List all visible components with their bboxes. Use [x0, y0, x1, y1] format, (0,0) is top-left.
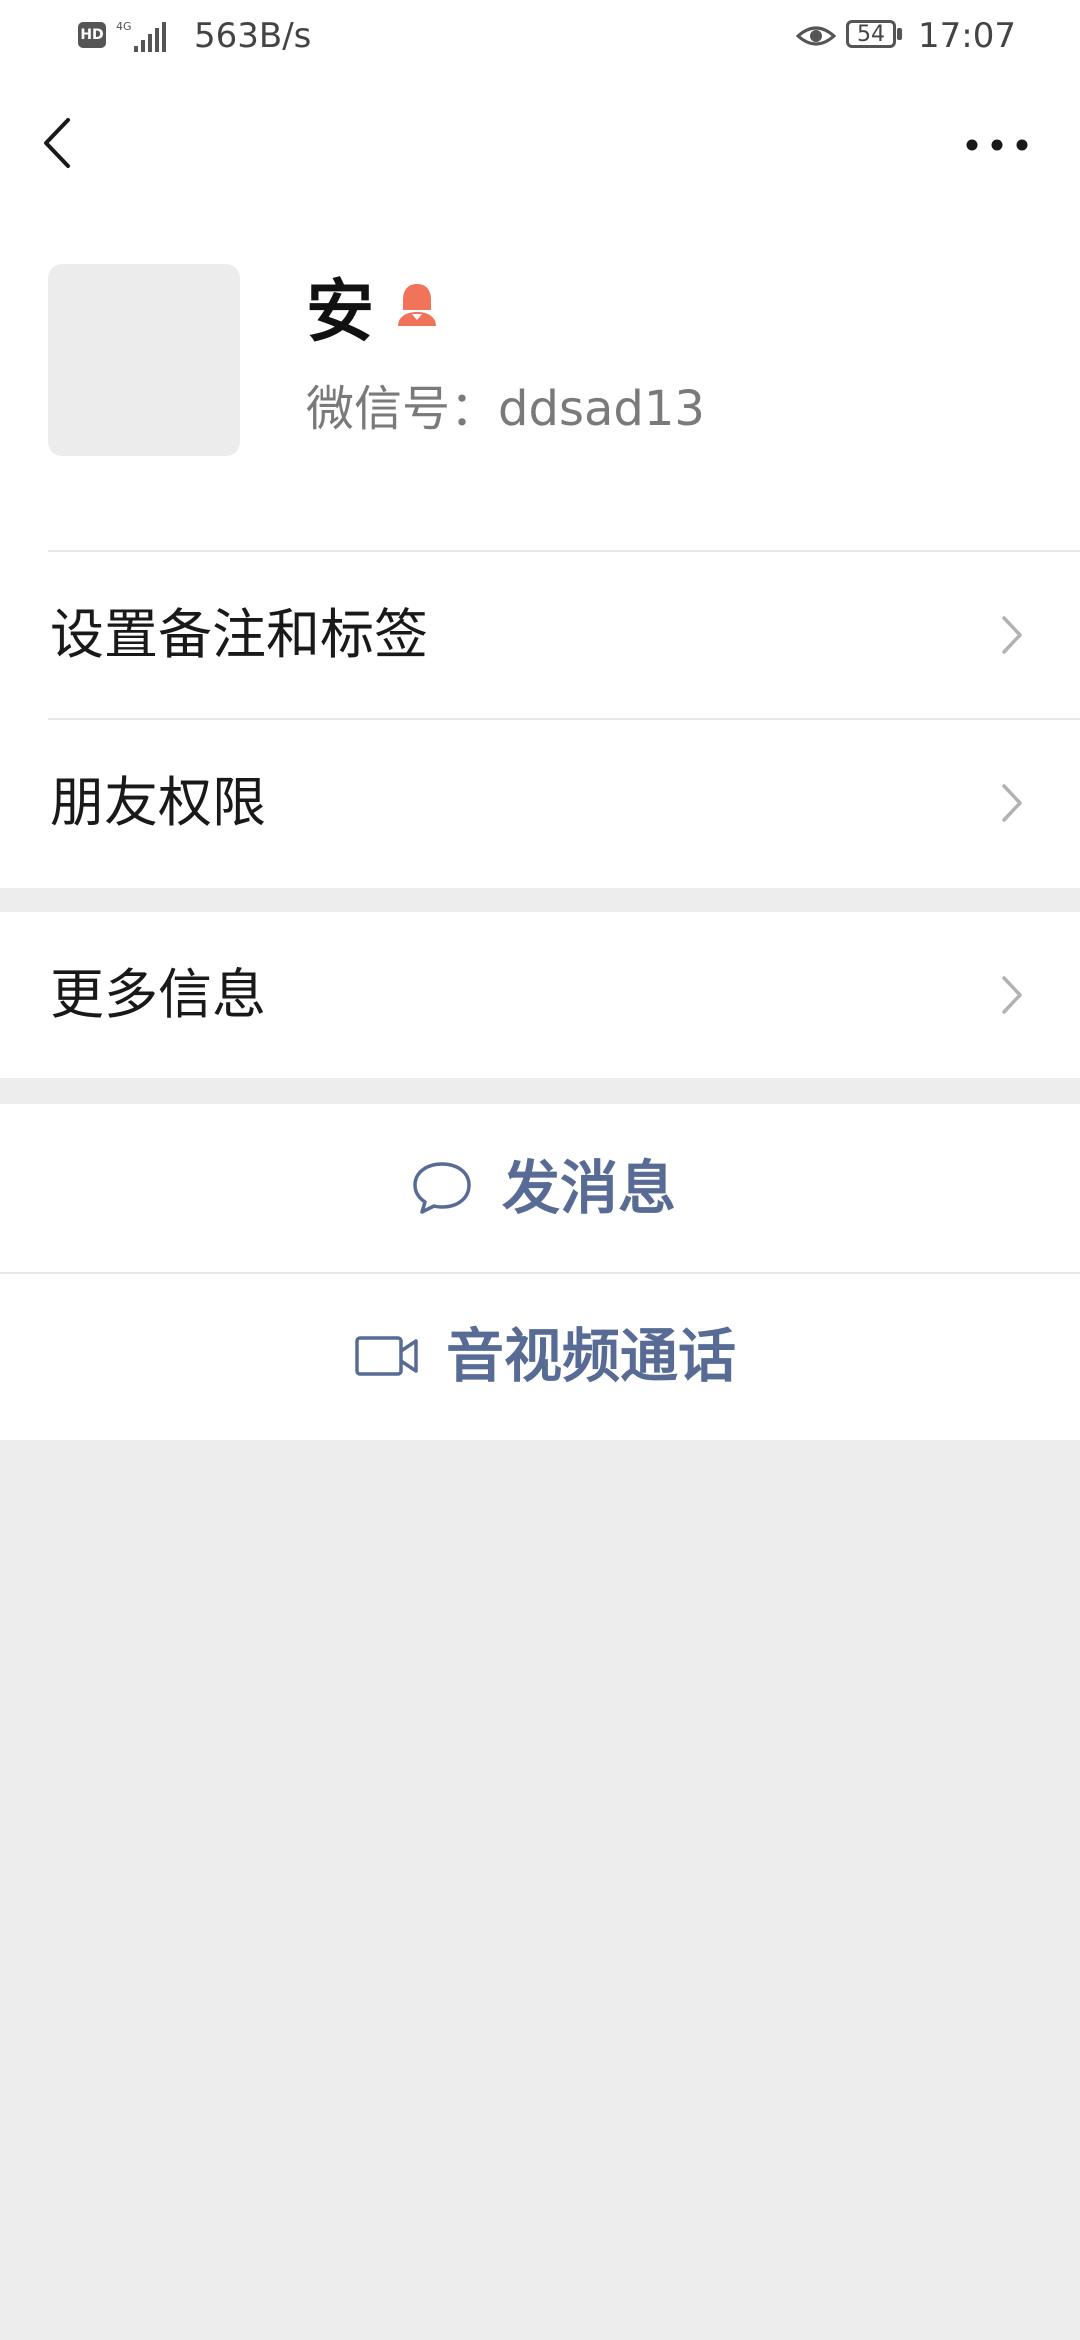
wechat-id: 微信号：ddsad13: [306, 381, 705, 437]
status-bar: HD 4G 563B/s 54 17:07: [0, 0, 1080, 75]
more-info-label: 更多信息: [50, 963, 266, 1026]
battery-level: 54: [846, 20, 896, 48]
network-type-label: 4G: [116, 20, 132, 33]
chevron-right-icon: [1002, 976, 1022, 1014]
voice-video-call-label: 音视频通话: [446, 1322, 737, 1390]
voice-video-call-button[interactable]: 音视频通话: [0, 1274, 1080, 1442]
ellipsis-icon: [966, 139, 1028, 151]
chat-bubble-icon: [413, 1162, 471, 1214]
eye-icon: [796, 26, 836, 46]
set-remark-and-tags-item[interactable]: 设置备注和标签: [0, 552, 1080, 718]
signal-icon: 4G: [116, 20, 166, 52]
back-button[interactable]: [34, 108, 84, 178]
more-options-button[interactable]: [962, 120, 1032, 170]
chevron-right-icon: [1002, 784, 1022, 822]
hd-badge: HD: [78, 22, 106, 48]
network-speed: 563B/s: [194, 16, 312, 56]
clock: 17:07: [918, 16, 1016, 56]
send-message-button[interactable]: 发消息: [0, 1104, 1080, 1272]
action-section: 发消息 音视频通话: [0, 1104, 1080, 1440]
chevron-right-icon: [1002, 616, 1022, 654]
friend-permissions-label: 朋友权限: [50, 771, 266, 834]
female-icon: [398, 284, 436, 326]
send-message-label: 发消息: [502, 1154, 677, 1222]
more-info-item[interactable]: 更多信息: [0, 912, 1080, 1078]
contact-profile-screen: HD 4G 563B/s 54 17:07 安 微信号：ddsad13 设置备注…: [0, 0, 1080, 2340]
contact-name: 安: [306, 273, 375, 352]
video-camera-icon: [355, 1336, 418, 1376]
avatar[interactable]: [48, 264, 240, 456]
battery-icon: 54: [846, 20, 906, 52]
set-remark-and-tags-label: 设置备注和标签: [50, 603, 428, 666]
chevron-left-icon: [44, 118, 70, 168]
friend-permissions-item[interactable]: 朋友权限: [0, 720, 1080, 886]
